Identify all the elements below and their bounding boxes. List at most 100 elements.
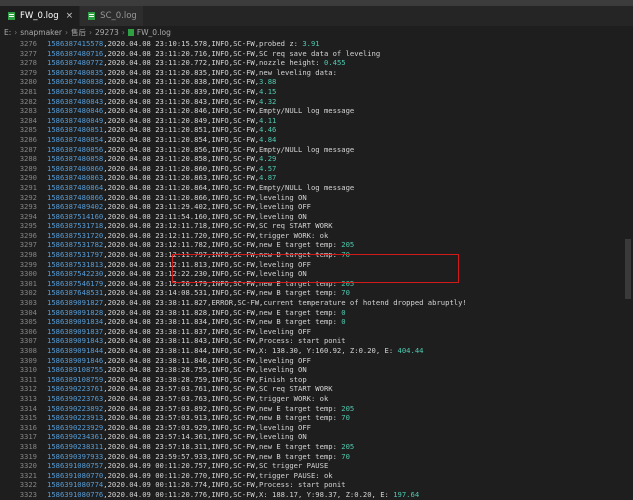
code-line[interactable]: 3303 1586389091827,2020.04.08 23:38:11.82… <box>0 298 633 308</box>
code-line[interactable]: 3309 1586389091846,2020.04.08 23:38:11.84… <box>0 356 633 366</box>
log-timestamp: 1586387480851 <box>47 125 104 135</box>
line-number: 3312 <box>19 384 37 394</box>
code-line[interactable]: 3297 1586387531782,2020.04.08 23:12:11.78… <box>0 240 633 250</box>
code-line[interactable]: 3295 1586387531718,2020.04.08 23:12:11.71… <box>0 221 633 231</box>
close-icon[interactable]: × <box>66 11 74 21</box>
code-line[interactable]: 3312 1586390223761,2020.04.08 23:57:03.76… <box>0 384 633 394</box>
code-line[interactable]: 3300 1586387542230,2020.04.08 23:12:22.23… <box>0 269 633 279</box>
code-line[interactable]: 3316 1586390223929,2020.04.08 23:57:03.92… <box>0 423 633 433</box>
code-editor[interactable]: 3276 1586387415578,2020.04.08 23:10:15.57… <box>0 39 633 500</box>
code-line[interactable]: 3296 1586387531720,2020.04.08 23:12:11.72… <box>0 231 633 241</box>
code-line[interactable]: 3278 1586387480772,2020.04.08 23:11:20.77… <box>0 58 633 68</box>
code-line[interactable]: 3284 1586387480849,2020.04.08 23:11:20.84… <box>0 116 633 126</box>
code-line[interactable]: 3305 1586389091834,2020.04.08 23:38:11.83… <box>0 317 633 327</box>
vertical-scrollbar[interactable] <box>623 39 633 500</box>
line-number: 3295 <box>19 221 37 231</box>
log-message: ,2020.04.08 23:11:20.858,INFO,SC-FW, <box>103 154 260 164</box>
code-line[interactable]: 3315 1586390223913,2020.04.08 23:57:03.91… <box>0 413 633 423</box>
line-text: 1586387480839,2020.04.08 23:11:20.839,IN… <box>47 87 276 97</box>
code-line[interactable]: 3298 1586387531797,2020.04.08 23:12:11.79… <box>0 250 633 260</box>
log-timestamp: 1586391080776 <box>47 489 104 499</box>
log-message: ,2020.04.08 23:38:11.843,INFO,SC-FW,Proc… <box>103 336 346 346</box>
code-line[interactable]: 3277 1586387480716,2020.04.08 23:11:20.71… <box>0 49 633 59</box>
line-text: 1586387648531,2020.04.08 23:14:08.531,IN… <box>47 288 350 298</box>
code-line[interactable]: 3299 1586387531813,2020.04.08 23:12:11.81… <box>0 260 633 270</box>
line-text: 1586391080757,2020.04.09 00:11:20.757,IN… <box>47 461 328 471</box>
log-message: ,2020.04.08 23:57:03.761,INFO,SC-FW,SC r… <box>103 384 333 394</box>
code-line[interactable]: 3285 1586387480851,2020.04.08 23:11:20.85… <box>0 125 633 135</box>
code-line[interactable]: 3281 1586387480839,2020.04.08 23:11:20.83… <box>0 87 633 97</box>
code-line[interactable]: 3287 1586387480856,2020.04.08 23:11:20.85… <box>0 145 633 155</box>
code-line[interactable]: 3321 1586391080770,2020.04.09 00:11:20.77… <box>0 471 633 481</box>
code-line[interactable]: 3294 1586387514160,2020.04.08 23:11:54.16… <box>0 212 633 222</box>
log-value: 70 <box>341 413 350 423</box>
code-line[interactable]: 3276 1586387415578,2020.04.08 23:10:15.57… <box>0 39 633 49</box>
code-line[interactable]: 3306 1586389091837,2020.04.08 23:38:11.83… <box>0 327 633 337</box>
log-message: ,2020.04.08 23:57:03.913,INFO,SC-FW,new … <box>103 413 342 423</box>
log-timestamp: 1586391080774 <box>47 480 104 490</box>
line-text: 1586387531797,2020.04.08 23:12:11.797,IN… <box>47 250 350 260</box>
code-line[interactable]: 3307 1586389091843,2020.04.08 23:38:11.84… <box>0 336 633 346</box>
code-line[interactable]: 3317 1586390234361,2020.04.08 23:57:14.36… <box>0 432 633 442</box>
log-timestamp: 1586387480863 <box>47 173 104 183</box>
log-value: 3.88 <box>259 77 277 87</box>
code-line[interactable]: 3314 1586390223892,2020.04.08 23:57:03.89… <box>0 404 633 414</box>
code-line[interactable]: 3301 1586387546179,2020.04.08 23:12:26.17… <box>0 279 633 289</box>
code-line[interactable]: 3293 1586387489402,2020.04.08 23:11:29.40… <box>0 202 633 212</box>
code-line[interactable]: 3320 1586391080757,2020.04.09 00:11:20.75… <box>0 461 633 471</box>
log-value: 3.91 <box>302 39 320 48</box>
code-line[interactable]: 3288 1586387480858,2020.04.08 23:11:20.85… <box>0 154 633 164</box>
log-timestamp: 1586389091844 <box>47 346 104 355</box>
log-value: 70 <box>341 451 350 461</box>
code-line[interactable]: 3292 1586387480866,2020.04.08 23:11:20.86… <box>0 193 633 203</box>
code-line[interactable]: 3282 1586387480843,2020.04.08 23:11:20.84… <box>0 97 633 107</box>
code-line[interactable]: 3286 1586387480854,2020.04.08 23:11:20.85… <box>0 135 633 145</box>
log-message: ,2020.04.08 23:12:22.230,INFO,SC-FW,leve… <box>103 269 307 279</box>
code-line[interactable]: 3302 1586387648531,2020.04.08 23:14:08.53… <box>0 288 633 298</box>
code-line[interactable]: 3318 1586390238311,2020.04.08 23:57:18.31… <box>0 442 633 452</box>
scrollbar-thumb[interactable] <box>625 239 631 299</box>
code-line[interactable]: 3319 1586390397933,2020.04.08 23:59:57.93… <box>0 452 633 462</box>
line-text: 1586389091846,2020.04.08 23:38:11.846,IN… <box>47 356 311 366</box>
line-text: 1586387531718,2020.04.08 23:12:11.718,IN… <box>47 221 333 231</box>
breadcrumb-item[interactable]: snapmaker <box>20 28 62 37</box>
code-line[interactable]: 3323 1586391080776,2020.04.09 00:11:20.77… <box>0 490 633 500</box>
code-line[interactable]: 3290 1586387480863,2020.04.08 23:11:20.86… <box>0 173 633 183</box>
log-timestamp: 1586387489402 <box>47 202 104 212</box>
tab-fw-0-log[interactable]: FW_0.log × <box>0 6 81 26</box>
log-message: ,2020.04.08 23:11:20.856,INFO,SC-FW,Empt… <box>103 144 355 154</box>
breadcrumb-item[interactable]: 29273 <box>95 28 119 37</box>
code-line[interactable]: 3308 1586389091844,2020.04.08 23:38:11.84… <box>0 346 633 356</box>
code-line[interactable]: 3311 1586389108759,2020.04.08 23:38:28.75… <box>0 375 633 385</box>
line-text: 1586387480843,2020.04.08 23:11:20.843,IN… <box>47 97 276 107</box>
code-line[interactable]: 3291 1586387480864,2020.04.08 23:11:20.86… <box>0 183 633 193</box>
log-value: 4.57 <box>259 163 277 173</box>
log-value: 404.44 <box>397 346 424 355</box>
line-number: 3286 <box>19 134 37 144</box>
log-message: ,2020.04.08 23:12:11.718,INFO,SC-FW,SC r… <box>103 221 333 231</box>
code-line[interactable]: 3280 1586387480838,2020.04.08 23:11:20.83… <box>0 77 633 87</box>
code-line[interactable]: 3304 1586389091828,2020.04.08 23:38:11.82… <box>0 308 633 318</box>
line-text: 1586387531720,2020.04.08 23:12:11.720,IN… <box>47 231 328 241</box>
line-number: 3297 <box>19 240 37 250</box>
log-timestamp: 1586387480839 <box>47 86 104 96</box>
log-timestamp: 1586389091834 <box>47 317 104 327</box>
code-line[interactable]: 3283 1586387480846,2020.04.08 23:11:20.84… <box>0 106 633 116</box>
tab-sc-0-log[interactable]: SC_0.log <box>80 6 144 26</box>
log-message: ,2020.04.08 23:11:29.402,INFO,SC-FW,leve… <box>103 202 311 212</box>
code-line[interactable]: 3310 1586389108755,2020.04.08 23:38:28.75… <box>0 365 633 375</box>
code-line[interactable]: 3289 1586387480860,2020.04.08 23:11:20.86… <box>0 164 633 174</box>
log-value: 4.11 <box>259 115 277 125</box>
code-line[interactable]: 3313 1586390223763,2020.04.08 23:57:03.76… <box>0 394 633 404</box>
log-value: 4.29 <box>259 154 277 164</box>
log-timestamp: 1586389091843 <box>47 336 104 346</box>
tab-label: SC_0.log <box>100 11 137 21</box>
breadcrumb-item[interactable]: FW_0.log <box>137 28 171 37</box>
breadcrumb-item[interactable]: E: <box>4 28 11 37</box>
line-text: 1586387480864,2020.04.08 23:11:20.864,IN… <box>47 183 354 193</box>
code-line[interactable]: 3279 1586387480835,2020.04.08 23:11:20.83… <box>0 68 633 78</box>
log-message: ,2020.04.08 23:12:11.782,INFO,SC-FW,new … <box>103 240 342 250</box>
breadcrumb-item[interactable]: 售后 <box>71 27 86 38</box>
line-text: 1586391080774,2020.04.09 00:11:20.774,IN… <box>47 480 346 490</box>
code-line[interactable]: 3322 1586391080774,2020.04.09 00:11:20.77… <box>0 480 633 490</box>
